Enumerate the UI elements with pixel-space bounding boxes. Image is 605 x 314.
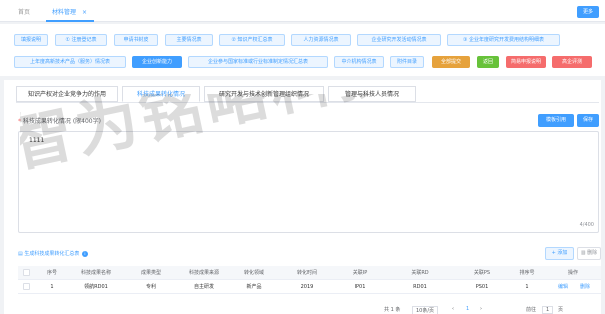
module-rd-activities[interactable]: 企业研究开发活动情况表 <box>357 34 441 46</box>
tab-bar: 首页 材料管理 × 更多 <box>0 0 605 22</box>
tab-ip-competitiveness[interactable]: 知识产权对企业竞争力的作用 <box>16 86 118 102</box>
header-source: 科技成果来源 <box>188 270 219 276</box>
row-checkbox[interactable] <box>23 283 30 290</box>
cell-name: 领航RD01 <box>84 284 108 290</box>
cell-source: 自主研发 <box>193 284 214 290</box>
add-button[interactable]: + 添加 <box>545 247 574 260</box>
char-count: 4/400 <box>579 222 594 228</box>
module-attachment-list[interactable]: 附件目录 <box>390 56 424 68</box>
header-ip: 关联IP <box>352 270 368 276</box>
pagination: 共 1 条 10条/页 ‹ 1 › 前往 1 页 <box>384 306 601 314</box>
table-header: 序号 科技成果名称 成果类型 科技成果来源 转化领域 转化时间 关联IP 关联R… <box>18 266 601 280</box>
pagination-total: 共 1 条 <box>384 307 401 313</box>
close-icon[interactable]: × <box>82 9 87 16</box>
required-mark: * <box>18 118 21 125</box>
header-rd: 关联RD <box>411 270 429 276</box>
template-button[interactable]: 模板引用 <box>538 114 574 127</box>
info-icon: i <box>81 250 88 257</box>
back-button[interactable]: 返回 <box>477 56 499 68</box>
cell-rd: RD01 <box>413 284 427 290</box>
header-type: 成果类型 <box>140 270 161 276</box>
cell-time: 2019 <box>300 284 314 290</box>
more-button[interactable]: 更多 <box>577 6 599 18</box>
module-fill-instructions[interactable]: 填报说明 <box>14 34 48 46</box>
header-order: 排序号 <box>519 270 535 276</box>
module-hightech-products[interactable]: 上年度高新技术产品（服务）情况表 <box>14 56 126 68</box>
achievement-table: 序号 科技成果名称 成果类型 科技成果来源 转化领域 转化时间 关联IP 关联R… <box>18 266 601 294</box>
submit-all-button[interactable]: 全部提交 <box>432 56 470 68</box>
page-size-select[interactable]: 10条/页 <box>412 306 439 314</box>
active-tab-indicator <box>46 20 94 22</box>
tab-label: 材料管理 <box>52 9 77 16</box>
cell-field: 新产品 <box>246 284 262 290</box>
cell-ip: IP01 <box>354 284 366 290</box>
header-ps: 关联PS <box>473 270 491 276</box>
header-actions: 操作 <box>567 270 578 276</box>
field-label: * 科技成果转化情况 (限400字) <box>18 116 101 125</box>
tab-staff-status[interactable]: 管理与科技人员情况 <box>328 86 416 102</box>
cell-type: 专利 <box>145 284 156 290</box>
textarea-value: 1111 <box>29 137 45 144</box>
header-field: 转化领域 <box>243 270 264 276</box>
page-number[interactable]: 1 <box>466 306 469 312</box>
next-page-icon[interactable]: › <box>480 306 482 312</box>
module-ip-summary[interactable]: ② 知识产权汇总表 <box>219 34 285 46</box>
assessment-button[interactable]: 高企评测 <box>552 56 592 68</box>
module-registration-form[interactable]: ① 注册登记表 <box>55 34 107 46</box>
generate-summary-label: 生成科技成果转化汇总表 <box>24 251 80 257</box>
document-icon: ▤ <box>18 251 23 257</box>
delete-button-label: 删除 <box>587 250 598 256</box>
generate-summary-link[interactable]: ▤ 生成科技成果转化汇总表 i <box>18 250 88 257</box>
tab-tech-achievement-conversion[interactable]: 科技成果转化情况 <box>122 86 200 102</box>
module-application-cover[interactable]: 申请书封皮 <box>114 34 158 46</box>
content-panel: 知识产权对企业竞争力的作用 科技成果转化情况 研究开发与技术创新管理组织情况 管… <box>4 80 601 314</box>
row-delete-link[interactable]: 删除 <box>576 280 594 294</box>
simple-guide-button[interactable]: 简易申报说明 <box>506 56 546 68</box>
select-all-checkbox[interactable] <box>23 269 30 276</box>
goto-label: 前往 <box>526 307 537 313</box>
header-name: 科技成果名称 <box>80 270 111 276</box>
goto-suffix: 页 <box>558 307 564 313</box>
cell-ps: PS01 <box>475 284 489 290</box>
header-time: 转化时间 <box>296 270 317 276</box>
row-edit-link[interactable]: 编辑 <box>554 280 572 294</box>
module-standards-participation[interactable]: 企业参与国家标准或行业标准制定情况汇总表 <box>188 56 328 68</box>
module-hr-status[interactable]: 人力资源情况表 <box>291 34 351 46</box>
save-button[interactable]: 保存 <box>577 114 599 127</box>
module-rd-cost-structure[interactable]: ③ 企业年度研究开发费用结构明细表 <box>447 34 560 46</box>
table-row: 1 领航RD01 专利 自主研发 新产品 2019 IP01 RD01 PS01… <box>18 280 601 294</box>
cell-order: 1 <box>525 284 529 290</box>
tab-home[interactable]: 首页 <box>18 7 30 16</box>
cell-index: 1 <box>50 284 54 290</box>
module-innovation-capability[interactable]: 企业创新能力 <box>132 56 182 68</box>
header-index: 序号 <box>46 270 57 276</box>
tab-divider <box>16 102 599 103</box>
prev-page-icon[interactable]: ‹ <box>452 306 454 312</box>
tab-rd-management[interactable]: 研究开发与技术创新管理组织情况 <box>204 86 324 102</box>
delete-button[interactable]: ▥ 删除 <box>577 247 601 260</box>
module-main-status[interactable]: 主要情况表 <box>165 34 213 46</box>
trash-icon: ▥ <box>580 250 586 256</box>
goto-input[interactable]: 1 <box>542 306 554 314</box>
module-buttons: 填报说明 ① 注册登记表 申请书封皮 主要情况表 ② 知识产权汇总表 人力资源情… <box>0 24 605 76</box>
conversion-textarea[interactable]: 1111 4/400 <box>18 131 599 233</box>
module-agency-status[interactable]: 中介机构情况表 <box>334 56 384 68</box>
tab-material-management[interactable]: 材料管理 × <box>52 7 87 16</box>
field-label-text: 科技成果转化情况 (限400字) <box>22 118 101 125</box>
